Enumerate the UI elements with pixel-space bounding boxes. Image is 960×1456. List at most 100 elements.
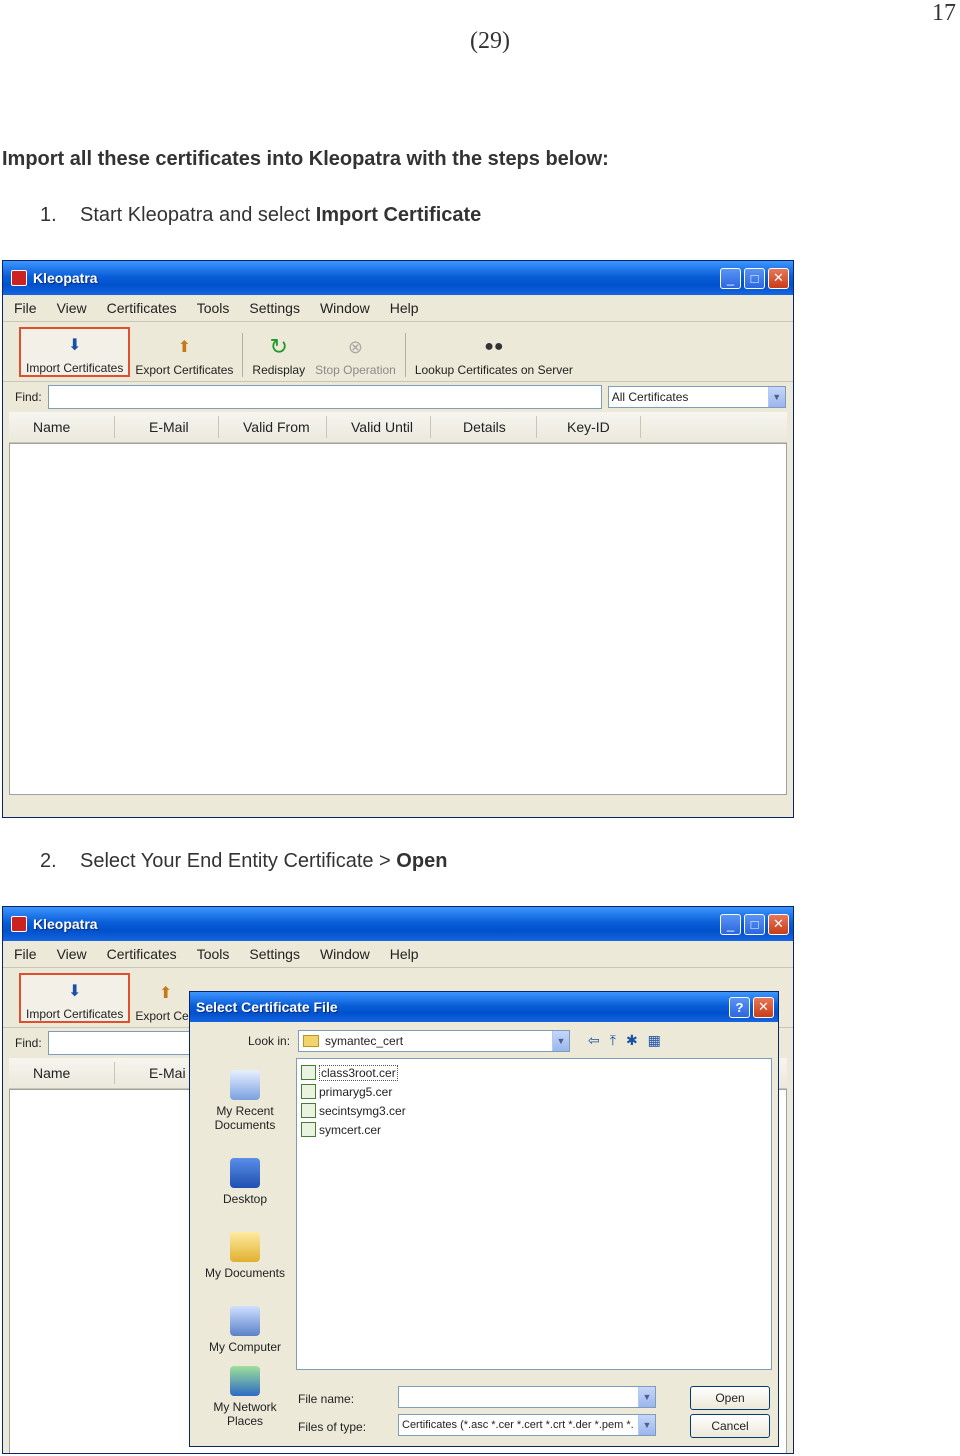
file-name-input[interactable]: ▼ (398, 1386, 656, 1408)
minimize-button[interactable]: _ (720, 267, 741, 289)
kleopatra-window: Kleopatra _ □ ✕ File View Certificates T… (2, 260, 794, 818)
menu-bar: File View Certificates Tools Settings Wi… (3, 941, 793, 968)
cancel-button[interactable]: Cancel (690, 1414, 770, 1438)
file-type-value: Certificates (*.asc *.cer *.cert *.crt *… (402, 1419, 634, 1431)
binoculars-icon: ●● (484, 338, 504, 355)
stop-operation-button[interactable]: ⊗ Stop Operation (310, 329, 401, 378)
place-my-recent-documents[interactable]: My Recent Documents (200, 1058, 290, 1132)
file-item[interactable]: secintsymg3.cer (301, 1101, 771, 1120)
menu-settings[interactable]: Settings (249, 946, 300, 962)
minimize-button[interactable]: _ (720, 913, 741, 935)
maximize-button[interactable]: □ (744, 913, 765, 935)
help-button[interactable]: ? (729, 996, 750, 1018)
dialog-title: Select Certificate File (196, 999, 338, 1015)
page-subnumber: (29) (470, 28, 510, 54)
redisplay-button[interactable]: ↻ Redisplay (247, 329, 310, 377)
certificate-file-icon (301, 1065, 316, 1080)
col-valid-from[interactable]: Valid From (219, 416, 327, 438)
col-details[interactable]: Details (431, 416, 537, 438)
section-heading: Import all these certificates into Kleop… (2, 148, 609, 170)
filter-dropdown[interactable]: All Certificates ▼ (607, 386, 786, 408)
my-documents-icon (230, 1232, 260, 1262)
page-number: 17 (932, 0, 956, 26)
file-list: class3root.cer primaryg5.cer secintsymg3… (296, 1058, 772, 1370)
menu-view[interactable]: View (57, 300, 87, 316)
filter-value: All Certificates (611, 390, 689, 404)
file-item[interactable]: symcert.cer (301, 1120, 771, 1139)
open-button[interactable]: Open (690, 1386, 770, 1410)
lookup-certificates-button[interactable]: ●● Lookup Certificates on Server (410, 329, 578, 377)
place-my-documents[interactable]: My Documents (200, 1206, 290, 1280)
toolbar: ⬇ Import Certificates ⬆ Export Certifica… (3, 322, 793, 382)
title-bar[interactable]: Kleopatra _ □ ✕ (3, 261, 793, 295)
find-label: Find: (15, 390, 42, 404)
my-computer-icon (230, 1306, 260, 1336)
kleopatra-window-2: Kleopatra _ □ ✕ File View Certificates T… (2, 906, 794, 1454)
col-email[interactable]: E-Mail (115, 416, 219, 438)
export-certificates-button[interactable]: ⬆ Export Certificates (130, 329, 238, 377)
close-button[interactable]: ✕ (768, 913, 789, 935)
import-icon: ⬇ (67, 983, 82, 1000)
menu-file[interactable]: File (14, 300, 37, 316)
import-certificates-button[interactable]: ⬇ Import Certificates (19, 973, 131, 1023)
menu-window[interactable]: Window (320, 300, 370, 316)
find-label: Find: (15, 1036, 42, 1050)
title-bar[interactable]: Kleopatra _ □ ✕ (3, 907, 793, 941)
look-in-dropdown[interactable]: symantec_cert ▼ (298, 1030, 570, 1052)
menu-window[interactable]: Window (320, 946, 370, 962)
menu-bar: File View Certificates Tools Settings Wi… (3, 295, 793, 322)
file-name-label: File name: (298, 1392, 355, 1406)
place-my-network-places[interactable]: My Network Places (200, 1354, 290, 1428)
menu-certificates[interactable]: Certificates (107, 946, 177, 962)
col-key-id[interactable]: Key-ID (537, 416, 641, 438)
step-number: 1. (40, 204, 57, 226)
window-title: Kleopatra (33, 270, 98, 286)
menu-tools[interactable]: Tools (197, 946, 230, 962)
find-input[interactable] (47, 385, 602, 409)
file-type-label: Files of type: (298, 1420, 367, 1434)
import-certificates-button[interactable]: ⬇ Import Certificates (19, 327, 131, 377)
col-valid-until[interactable]: Valid Until (327, 416, 431, 438)
step-2: 2. Select Your End Entity Certificate > O… (40, 850, 447, 873)
new-folder-icon[interactable]: ✱ (626, 1032, 648, 1048)
col-name[interactable]: Name (9, 416, 115, 438)
up-folder-icon[interactable]: ⤒ (610, 1032, 626, 1048)
menu-certificates[interactable]: Certificates (107, 300, 177, 316)
toolbar-separator (242, 333, 244, 377)
menu-help[interactable]: Help (390, 946, 419, 962)
dialog-title-bar[interactable]: Select Certificate File ? ✕ (190, 992, 778, 1022)
export-icon: ⬆ (159, 985, 173, 1002)
step-1: 1. Start Kleopatra and select Import Cert… (40, 204, 481, 227)
back-icon[interactable]: ⇦ (588, 1032, 610, 1048)
col-name[interactable]: Name (9, 1062, 115, 1084)
chevron-down-icon: ▼ (767, 387, 785, 407)
view-menu-icon[interactable]: ▦ (648, 1032, 671, 1048)
kleopatra-icon (11, 270, 27, 286)
navigation-icons: ⇦⤒✱▦ (588, 1032, 671, 1049)
menu-settings[interactable]: Settings (249, 300, 300, 316)
place-my-computer[interactable]: My Computer (200, 1280, 290, 1354)
file-item[interactable]: class3root.cer (301, 1063, 771, 1082)
menu-view[interactable]: View (57, 946, 87, 962)
chevron-down-icon: ▼ (638, 1387, 655, 1407)
recent-documents-icon (230, 1070, 260, 1100)
place-desktop[interactable]: Desktop (200, 1132, 290, 1206)
maximize-button[interactable]: □ (744, 267, 765, 289)
stop-icon: ⊗ (347, 336, 364, 357)
close-button[interactable]: ✕ (768, 267, 789, 289)
column-headers: Name E-Mail Valid From Valid Until Detai… (9, 412, 787, 443)
dialog-close-button[interactable]: ✕ (753, 996, 774, 1018)
file-type-dropdown[interactable]: Certificates (*.asc *.cer *.cert *.crt *… (398, 1414, 656, 1436)
certificate-file-icon (301, 1122, 316, 1137)
step-text: Select Your End Entity Certificate > (80, 850, 397, 872)
step-bold: Import Certificate (315, 204, 482, 226)
look-in-value: symantec_cert (325, 1034, 404, 1048)
menu-help[interactable]: Help (390, 300, 419, 316)
places-bar: My Recent Documents Desktop My Documents… (200, 1058, 290, 1428)
certificate-list[interactable] (9, 443, 787, 795)
menu-file[interactable]: File (14, 946, 37, 962)
menu-tools[interactable]: Tools (197, 300, 230, 316)
file-item[interactable]: primaryg5.cer (301, 1082, 771, 1101)
select-certificate-file-dialog: Select Certificate File ? ✕ Look in: sym… (189, 991, 779, 1447)
find-bar: Find: All Certificates ▼ (3, 382, 793, 412)
